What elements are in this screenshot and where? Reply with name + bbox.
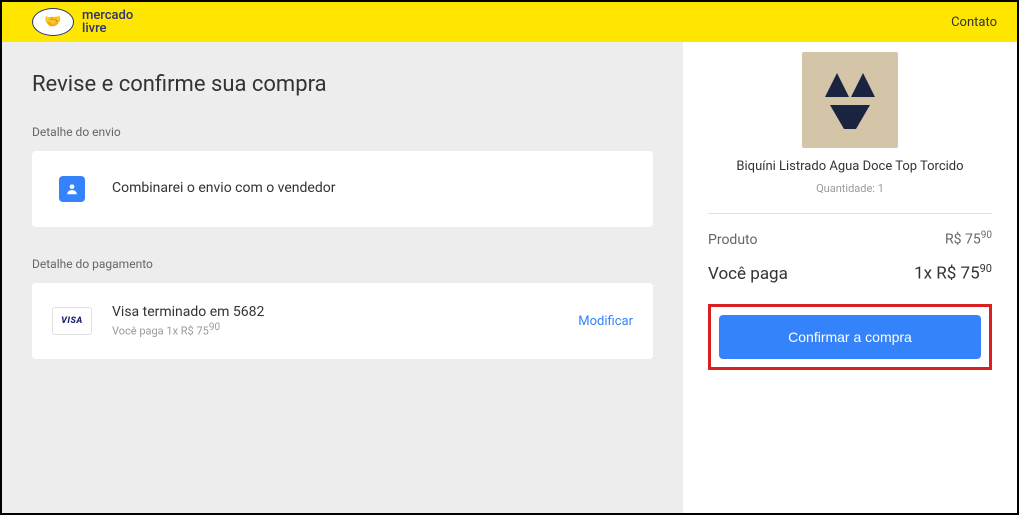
product-price-value: R$ 7590 bbox=[945, 230, 992, 248]
payment-card-text: Visa terminado em 5682 bbox=[112, 304, 578, 320]
shipping-section-label: Detalhe do envio bbox=[32, 125, 653, 139]
payment-card-sub: Você paga 1x R$ 7590 bbox=[112, 322, 578, 338]
product-quantity: Quantidade: 1 bbox=[816, 182, 884, 195]
logo-text: mercado livre bbox=[82, 9, 133, 35]
total-price-row: Você paga 1x R$ 7590 bbox=[708, 262, 992, 284]
product-price-row: Produto R$ 7590 bbox=[708, 230, 992, 248]
visa-icon: VISA bbox=[52, 307, 92, 335]
person-pin-icon bbox=[59, 176, 85, 202]
order-summary: Biquíni Listrado Agua Doce Top Torcido Q… bbox=[683, 42, 1017, 513]
product-name: Biquíni Listrado Agua Doce Top Torcido bbox=[736, 158, 963, 176]
modify-payment-link[interactable]: Modificar bbox=[578, 314, 633, 329]
payment-card: VISA Visa terminado em 5682 Você paga 1x… bbox=[32, 283, 653, 359]
shipping-text: Combinarei o envio com o vendedor bbox=[112, 180, 633, 196]
total-price-value: 1x R$ 7590 bbox=[914, 262, 992, 284]
divider bbox=[708, 213, 992, 214]
total-price-label: Você paga bbox=[708, 264, 788, 284]
header: 🤝 mercado livre Contato bbox=[2, 2, 1017, 42]
product-price-label: Produto bbox=[708, 232, 757, 248]
visa-icon-wrap: VISA bbox=[52, 301, 92, 341]
payment-section-label: Detalhe do pagamento bbox=[32, 257, 653, 271]
confirm-highlight: Confirmar a compra bbox=[708, 304, 992, 370]
shipping-icon-wrap bbox=[52, 169, 92, 209]
contact-link[interactable]: Contato bbox=[951, 15, 997, 30]
page-title: Revise e confirme sua compra bbox=[32, 72, 653, 97]
product-image bbox=[802, 52, 898, 148]
logo[interactable]: 🤝 mercado livre bbox=[32, 8, 133, 36]
confirm-purchase-button[interactable]: Confirmar a compra bbox=[719, 315, 981, 359]
shipping-card: Combinarei o envio com o vendedor bbox=[32, 151, 653, 227]
main-content: Revise e confirme sua compra Detalhe do … bbox=[2, 42, 683, 513]
handshake-icon: 🤝 bbox=[32, 8, 74, 36]
